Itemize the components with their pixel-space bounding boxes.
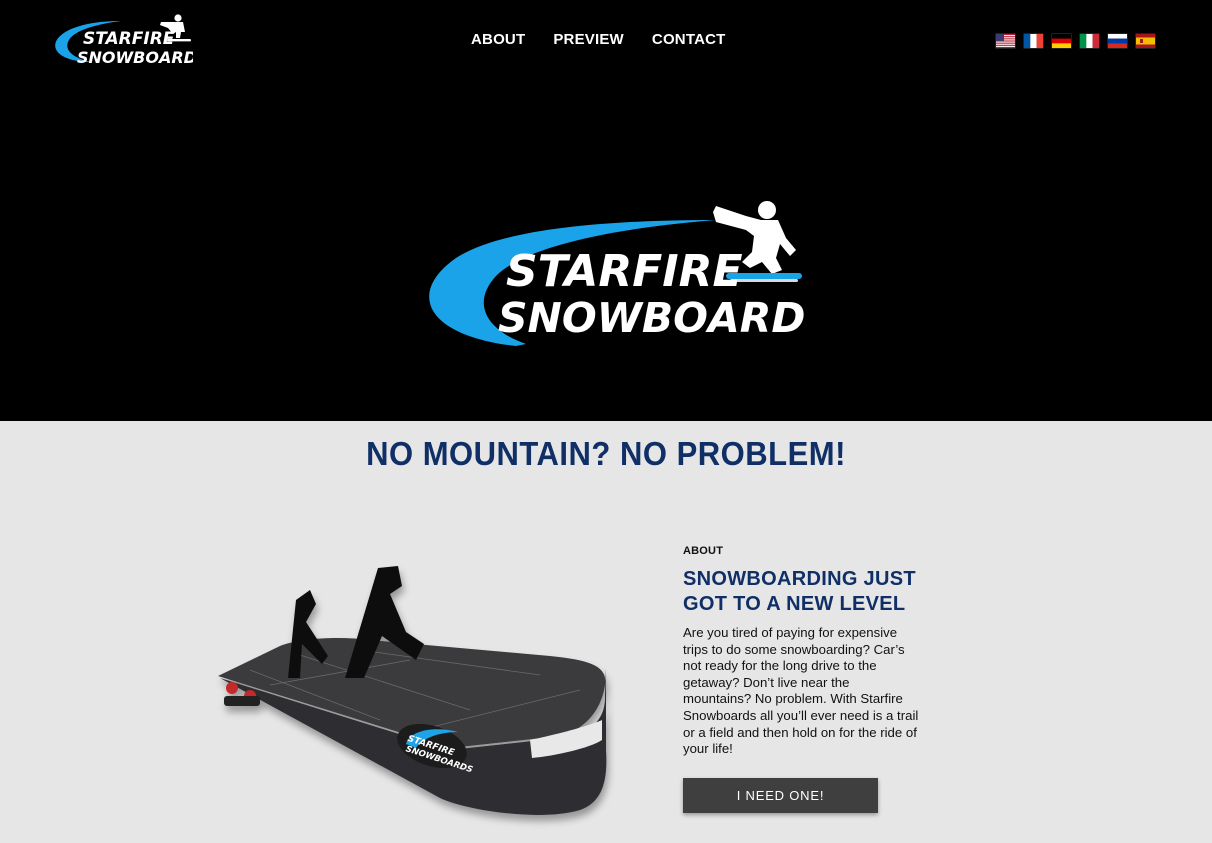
about-eyebrow: ABOUT	[683, 545, 724, 557]
france-flag-icon[interactable]	[1024, 34, 1043, 48]
header-logo-line1: STARFIRE	[83, 29, 175, 49]
russia-flag-icon[interactable]	[1108, 34, 1127, 48]
germany-flag-icon[interactable]	[1052, 34, 1071, 48]
hero-logo-line1: STARFIRE	[506, 246, 743, 297]
nav-contact-link[interactable]: CONTACT	[638, 30, 740, 50]
header-logo[interactable]: STARFIRE SNOWBOARDS	[47, 12, 193, 70]
header-logo-line2: SNOWBOARDS	[77, 48, 193, 67]
nav-about-link[interactable]: ABOUT	[457, 30, 539, 50]
about-heading: SNOWBOARDING JUST GOT TO A NEW LEVEL	[683, 567, 923, 617]
spain-flag-icon[interactable]	[1136, 34, 1155, 48]
product-image: STARFIRE SNOWBOARDS	[218, 566, 607, 815]
hero-section: STARFIRE SNOWBOARDS ABOUT PREVIEW CONTAC…	[0, 0, 1212, 421]
language-selector	[996, 34, 1155, 48]
i-need-one-button[interactable]: I NEED ONE!	[683, 778, 878, 813]
italy-flag-icon[interactable]	[1080, 34, 1099, 48]
hero-logo: STARFIRE SNOWBOARDS	[429, 201, 806, 346]
about-body: Are you tired of paying for expensive tr…	[683, 625, 919, 757]
us-flag-icon[interactable]	[996, 34, 1015, 48]
page-tagline: NO MOUNTAIN? NO PROBLEM!	[366, 434, 846, 473]
about-heading-line2: GOT TO A NEW LEVEL	[683, 593, 906, 615]
nav-preview-link[interactable]: PREVIEW	[539, 30, 638, 50]
hero-logo-line2: SNOWBOARDS	[498, 294, 806, 342]
main-nav: ABOUT PREVIEW CONTACT	[457, 30, 740, 50]
about-heading-line1: SNOWBOARDING JUST	[683, 568, 916, 590]
